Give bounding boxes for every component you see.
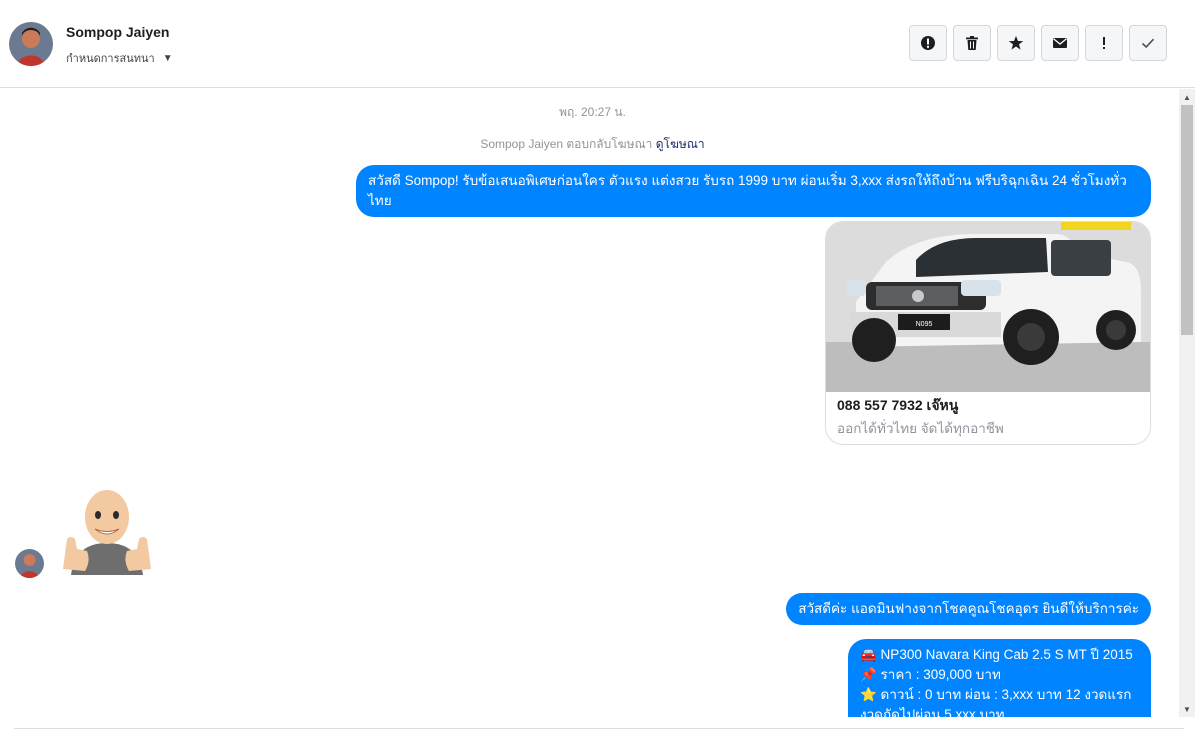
scrollbar-thumb[interactable] [1181,105,1193,335]
avatar[interactable] [15,549,44,578]
conversation-label-menu[interactable]: กำหนดการสนทนา ▼ [66,51,173,66]
message-bubble: สวัสดี Sompop! รับข้อเสนอพิเศษก่อนใคร ตั… [356,165,1151,217]
check-icon [1141,38,1155,49]
thread-scrollbar[interactable]: ▲ ▼ [1179,89,1195,717]
delete-button[interactable] [953,25,991,61]
message-line: 📌 ราคา : 309,000 บาท [860,667,1001,682]
ad-card-description: ออกได้ทั่วไทย จัดได้ทุกอาชีพ [837,421,1004,436]
message-line: ⭐ ดาวน์ : 0 บาท ผ่อน : 3,xxx บาท 12 งวดแ… [860,687,1132,702]
view-ad-link[interactable]: ดูโฆษณา [656,137,705,151]
ad-reply-text: Sompop Jaiyen ตอบกลับโฆษณา [480,137,653,151]
mark-done-button[interactable] [1129,25,1167,61]
message-line: 🚘 NP300 Navara King Cab 2.5 S MT ปี 2015 [860,647,1133,662]
star-icon [1008,36,1024,50]
license-plate: N095 [916,321,933,328]
mark-important-button[interactable] [1085,25,1123,61]
mark-unread-button[interactable] [1041,25,1079,61]
exclamation-icon [1103,37,1105,49]
spam-icon [921,36,935,50]
scroll-up-arrow-icon[interactable]: ▲ [1179,89,1195,105]
message-thread[interactable]: พฤ. 20:27 น. Sompop Jaiyen ตอบกลับโฆษณา … [0,89,1179,717]
ad-reply-notice: Sompop Jaiyen ตอบกลับโฆษณา ดูโฆษณา [0,135,1179,154]
divider [14,728,1184,729]
envelope-icon [1053,38,1067,48]
trash-icon [966,36,978,50]
star-button[interactable] [997,25,1035,61]
contact-name[interactable]: Sompop Jaiyen [66,24,169,40]
mark-spam-button[interactable] [909,25,947,61]
message-bubble: สวัสดีค่ะ แอดมินฟางจากโชคคูณโชคอุดร ยินด… [786,593,1151,625]
label-menu-text: กำหนดการสนทนา [66,53,155,65]
scroll-down-arrow-icon[interactable]: ▼ [1179,701,1195,717]
ad-card-title: 088 557 7932 เจ๊หนู [837,397,959,413]
thread-timestamp: พฤ. 20:27 น. [559,105,626,119]
avatar[interactable] [9,22,53,66]
ad-card[interactable]: N095 088 557 7932 เจ๊หนู ออกได้ทั่วไทย จ… [825,221,1151,445]
message-line: งวดถัดไปผ่อน 5,xxx บาท [860,707,1005,717]
chevron-down-icon: ▼ [162,52,173,64]
thumbs-up-sticker [57,487,157,575]
message-bubble: 🚘 NP300 Navara King Cab 2.5 S MT ปี 2015… [848,639,1151,717]
conversation-header: Sompop Jaiyen กำหนดการสนทนา ▼ [0,0,1195,88]
ad-card-image[interactable]: N095 [826,222,1150,392]
toolbar [909,25,1167,61]
